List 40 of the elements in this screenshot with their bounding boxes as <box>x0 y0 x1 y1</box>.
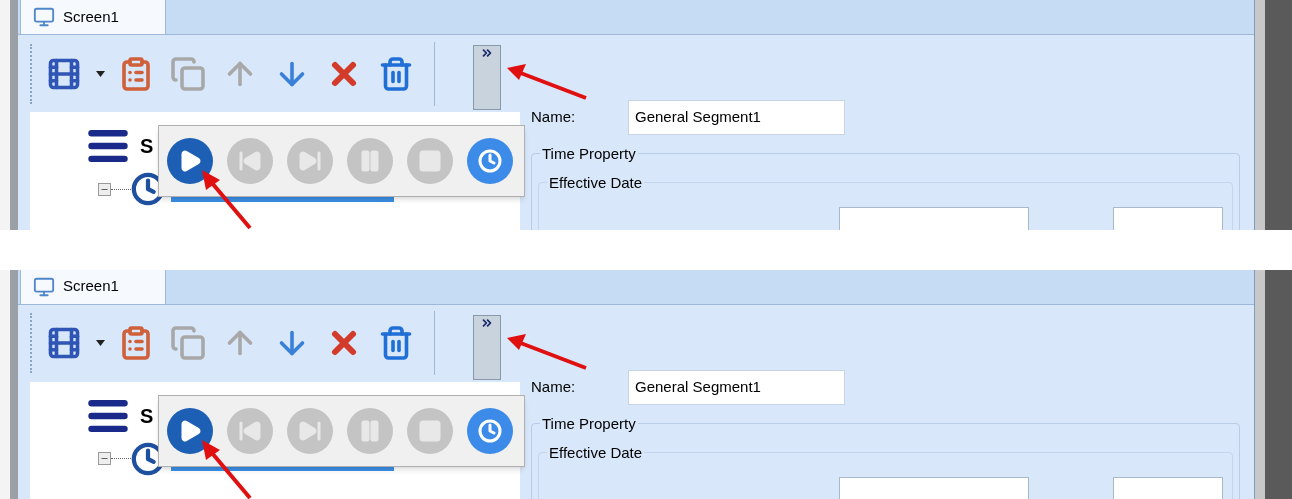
player-button[interactable] <box>467 138 513 184</box>
player-button[interactable] <box>167 407 213 454</box>
time-field[interactable] <box>1113 476 1223 499</box>
screen-tab[interactable]: Screen1 <box>20 269 166 304</box>
clock-icon <box>131 172 165 206</box>
film-icon <box>46 325 82 361</box>
clock-icon <box>478 418 502 443</box>
monitor-icon <box>33 6 55 28</box>
player-button[interactable] <box>167 138 213 184</box>
tree-expander[interactable] <box>98 452 111 465</box>
player-button[interactable] <box>467 407 513 454</box>
stop-icon <box>418 418 442 443</box>
skip-forward-icon <box>298 149 322 173</box>
trash-icon <box>378 325 414 361</box>
date-field[interactable] <box>839 476 1029 499</box>
expand-button[interactable] <box>473 45 501 110</box>
copy-icon <box>170 55 206 92</box>
trash-icon <box>378 55 414 92</box>
annotation-arrow <box>202 439 252 499</box>
stop-icon <box>418 149 442 173</box>
name-label: Name: <box>531 107 577 128</box>
screen-tab[interactable]: Screen1 <box>20 0 166 34</box>
annotation-arrow <box>202 170 252 230</box>
expand-button[interactable] <box>473 314 501 380</box>
tree-root-label: S <box>140 403 154 429</box>
copy-icon <box>170 325 206 361</box>
double-chevron-icon <box>480 46 494 60</box>
name-field[interactable]: General Segment1 <box>628 100 845 135</box>
tree-expander[interactable] <box>98 182 111 196</box>
name-field[interactable]: General Segment1 <box>628 369 845 405</box>
monitor-icon <box>33 275 55 298</box>
clock-icon <box>131 441 165 476</box>
name-label: Name: <box>531 376 577 397</box>
tree-root-label: S <box>140 134 154 159</box>
clock-icon <box>478 149 502 173</box>
caret-icon <box>95 70 105 77</box>
time-field[interactable] <box>1113 207 1223 230</box>
date-field[interactable] <box>839 207 1029 230</box>
caret-icon <box>95 340 105 346</box>
skip-back-icon <box>238 149 262 173</box>
